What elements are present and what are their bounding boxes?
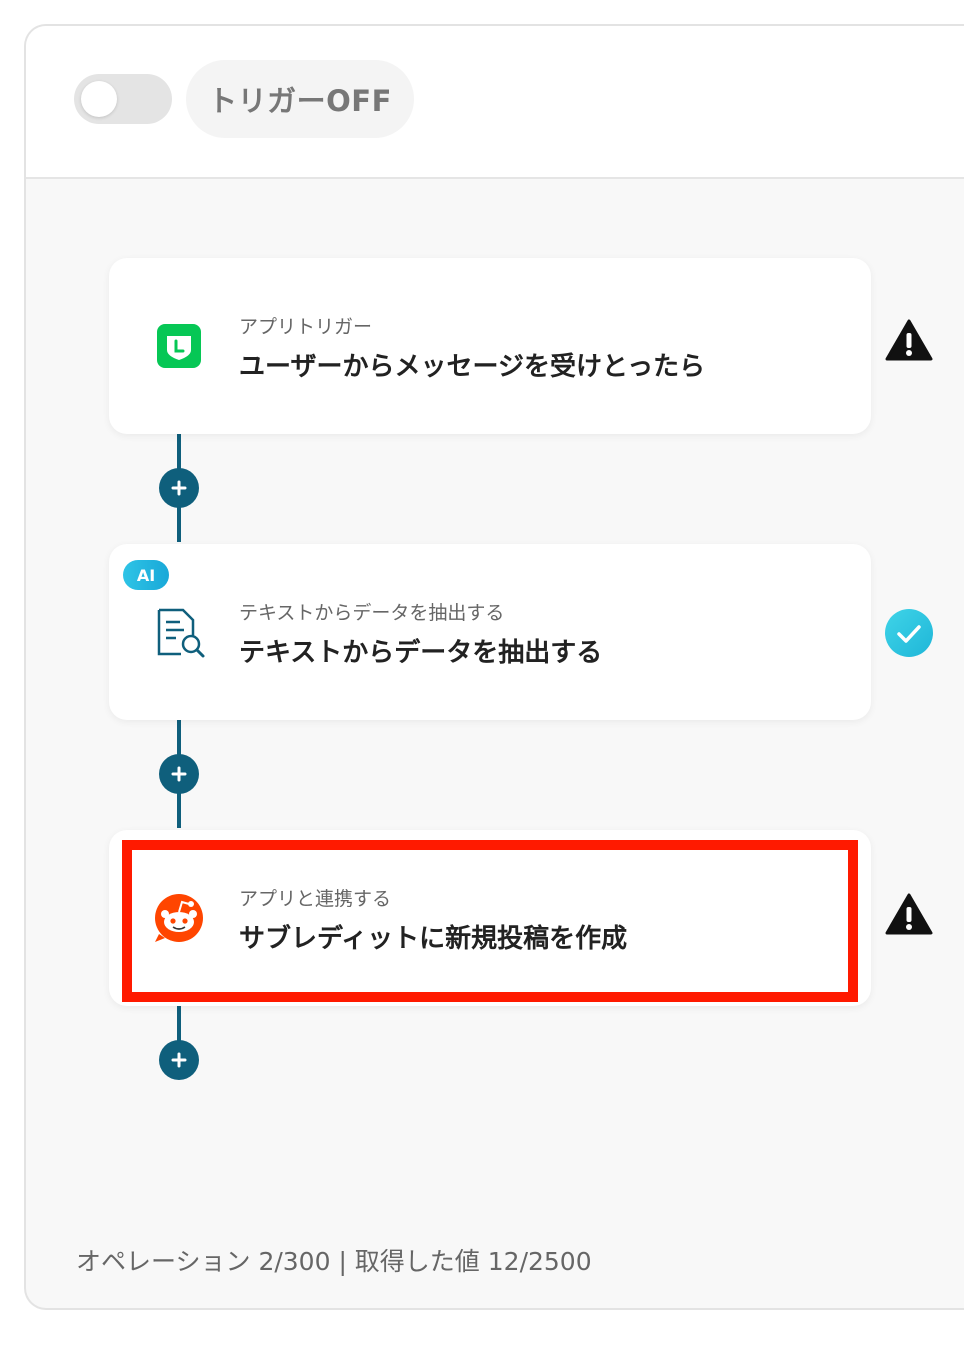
plus-icon bbox=[171, 766, 187, 782]
warning-icon bbox=[885, 319, 933, 361]
workflow-panel: トリガーOFF アプリトリガー ユーザーからメッセージを受けとったら AI テキ… bbox=[24, 24, 964, 1310]
step-card-line-trigger[interactable]: アプリトリガー ユーザーからメッセージを受けとったら bbox=[109, 258, 871, 434]
add-step-button[interactable] bbox=[159, 1040, 199, 1080]
usage-summary: オペレーション 2/300 | 取得した値 12/2500 bbox=[76, 1247, 592, 1276]
trigger-status-label: トリガーOFF bbox=[186, 60, 414, 138]
reddit-app-icon bbox=[155, 894, 203, 942]
step-card-ai-extract[interactable]: AI テキストからデータを抽出する テキストからデータを抽出する bbox=[109, 544, 871, 720]
add-step-button[interactable] bbox=[159, 754, 199, 794]
step-subtitle: アプリと連携する bbox=[239, 888, 392, 910]
step-subtitle: アプリトリガー bbox=[239, 316, 373, 338]
step-subtitle: テキストからデータを抽出する bbox=[239, 602, 505, 624]
workflow-header: トリガーOFF bbox=[26, 26, 964, 179]
toggle-knob bbox=[81, 81, 117, 117]
plus-icon bbox=[171, 480, 187, 496]
document-search-icon bbox=[157, 608, 205, 658]
step-card-reddit-post[interactable]: アプリと連携する サブレディットに新規投稿を作成 bbox=[109, 830, 871, 1006]
warning-icon bbox=[885, 893, 933, 935]
step-title: ユーザーからメッセージを受けとったら bbox=[239, 352, 706, 382]
add-step-button[interactable] bbox=[159, 468, 199, 508]
ai-badge: AI bbox=[123, 560, 169, 590]
line-app-icon bbox=[157, 324, 201, 368]
check-icon bbox=[885, 609, 933, 657]
step-title: テキストからデータを抽出する bbox=[239, 638, 603, 668]
step-title: サブレディットに新規投稿を作成 bbox=[239, 924, 628, 954]
trigger-toggle[interactable] bbox=[74, 74, 172, 124]
plus-icon bbox=[171, 1052, 187, 1068]
